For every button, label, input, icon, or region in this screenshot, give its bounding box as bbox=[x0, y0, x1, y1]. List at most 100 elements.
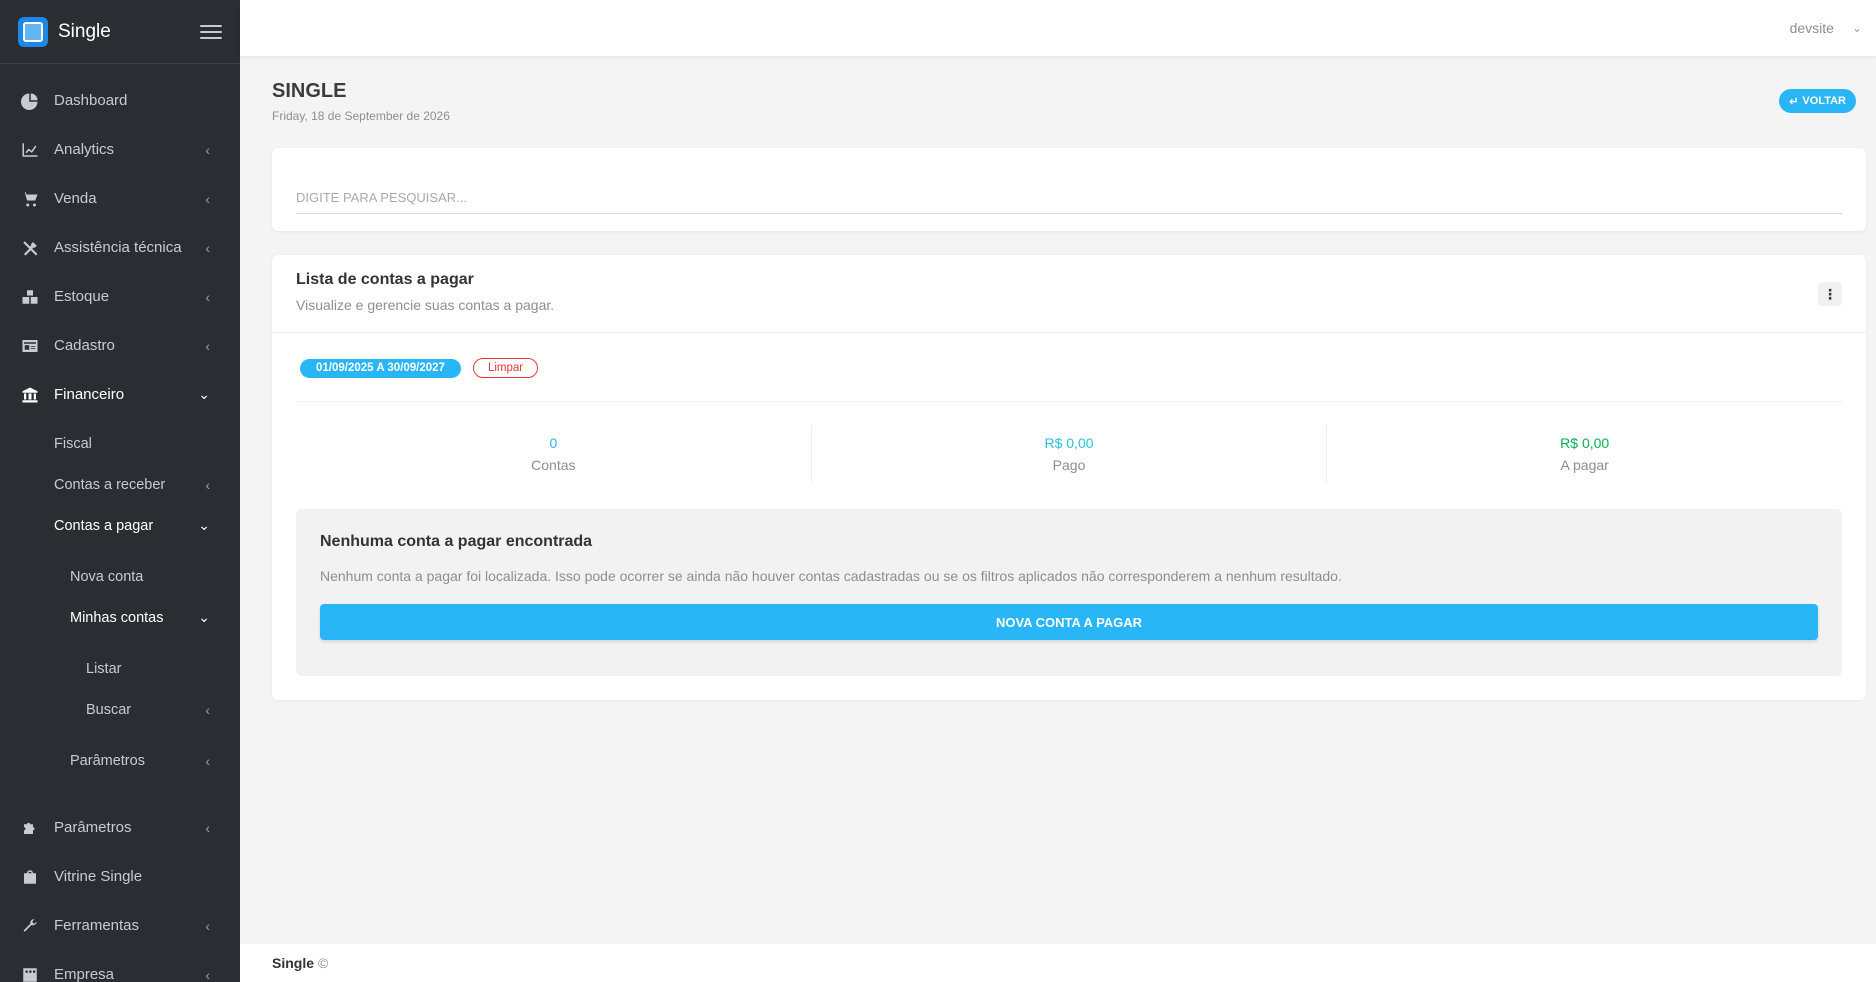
chevron-left-icon: ‹ bbox=[205, 966, 210, 982]
footer: Single © bbox=[240, 944, 1876, 982]
stat-label: A pagar bbox=[1560, 457, 1609, 473]
cart-icon bbox=[20, 189, 40, 209]
return-arrow-icon: ↵ bbox=[1789, 95, 1799, 108]
sidebar-item-label: Listar bbox=[86, 660, 122, 677]
date-range-chip[interactable]: 01/09/2025 A 30/09/2027 bbox=[300, 358, 461, 378]
stat-value: R$ 0,00 bbox=[1044, 435, 1094, 451]
user-menu[interactable]: devsite ⌄ bbox=[1790, 20, 1862, 36]
shopping-bag-icon bbox=[20, 867, 40, 887]
page-title: SINGLE bbox=[272, 80, 347, 102]
sidebar-item-label: Dashboard bbox=[54, 92, 128, 109]
sidebar-item-estoque[interactable]: Estoque ‹ bbox=[0, 272, 240, 321]
sidebar-item-listar[interactable]: Listar bbox=[0, 648, 240, 689]
sidebar-item-ferramentas[interactable]: Ferramentas ‹ bbox=[0, 901, 240, 950]
line-chart-icon bbox=[20, 140, 40, 160]
sidebar-item-label: Assistência técnica bbox=[54, 239, 182, 256]
footer-copyright: © bbox=[318, 955, 329, 971]
empty-state: Nenhuma conta a pagar encontrada Nenhum … bbox=[296, 509, 1842, 676]
bank-icon bbox=[20, 385, 40, 405]
chevron-left-icon: ‹ bbox=[205, 288, 210, 305]
chevron-left-icon: ‹ bbox=[205, 190, 210, 207]
tools-icon bbox=[20, 238, 40, 258]
chevron-down-icon: ⌄ bbox=[198, 609, 210, 625]
sidebar-item-analytics[interactable]: Analytics ‹ bbox=[0, 125, 240, 174]
user-name: devsite bbox=[1789, 20, 1834, 36]
sidebar-item-buscar[interactable]: Buscar ‹ bbox=[0, 689, 240, 730]
stat-pago: R$ 0,00 Pago bbox=[812, 425, 1328, 483]
sidebar-item-label: Estoque bbox=[54, 288, 110, 305]
page-date: Friday, 18 de September de 2026 bbox=[272, 109, 450, 123]
filter-chips: 01/09/2025 A 30/09/2027 Limpar bbox=[300, 358, 539, 378]
page-header: SINGLE Friday, 18 de September de 2026 ↵… bbox=[272, 56, 1866, 148]
list-title: Lista de contas a pagar bbox=[296, 271, 474, 288]
sidebar-item-label: Venda bbox=[54, 190, 97, 207]
sidebar-item-label: Contas a pagar bbox=[54, 517, 154, 534]
sidebar-item-assistencia[interactable]: Assistência técnica ‹ bbox=[0, 223, 240, 272]
sidebar-item-dashboard[interactable]: Dashboard bbox=[0, 76, 240, 125]
sidebar-item-label: Buscar bbox=[86, 701, 132, 718]
sidebar-item-fiscal[interactable]: Fiscal bbox=[0, 423, 240, 464]
sidebar-item-label: Ferramentas bbox=[54, 917, 140, 934]
sidebar-item-label: Minhas contas bbox=[70, 609, 164, 626]
sidebar-item-contas-receber[interactable]: Contas a receber ‹ bbox=[0, 464, 240, 505]
sidebar-item-label: Fiscal bbox=[54, 435, 92, 452]
chevron-left-icon: ‹ bbox=[205, 917, 210, 934]
sidebar: Single Dashboard Analytics ‹ Venda ‹ Ass… bbox=[0, 0, 240, 982]
stat-contas: 0 Contas bbox=[296, 425, 812, 483]
sidebar-item-label: Vitrine Single bbox=[54, 868, 143, 885]
chevron-left-icon: ‹ bbox=[205, 476, 210, 493]
chevron-left-icon: ‹ bbox=[205, 337, 210, 354]
chevron-left-icon: ‹ bbox=[205, 239, 210, 256]
stat-label: Contas bbox=[531, 457, 576, 473]
stat-value: 0 bbox=[549, 435, 558, 451]
building-icon bbox=[20, 965, 40, 982]
stat-a-pagar: R$ 0,00 A pagar bbox=[1327, 425, 1842, 483]
sidebar-item-financeiro[interactable]: Financeiro ⌄ bbox=[0, 370, 240, 419]
topbar: devsite ⌄ bbox=[240, 0, 1876, 56]
sidebar-item-label: Nova conta bbox=[70, 568, 144, 585]
more-options-icon[interactable]: ⋮ bbox=[1818, 282, 1842, 306]
sidebar-item-contas-pagar[interactable]: Contas a pagar ⌄ bbox=[0, 505, 240, 546]
chevron-left-icon: ‹ bbox=[205, 752, 210, 769]
back-button[interactable]: ↵ VOLTAR bbox=[1779, 89, 1856, 113]
pie-chart-icon bbox=[20, 91, 40, 111]
chevron-left-icon: ‹ bbox=[205, 141, 210, 158]
sidebar-nav: Dashboard Analytics ‹ Venda ‹ Assistênci… bbox=[0, 64, 240, 982]
list-subtitle: Visualize e gerencie suas contas a pagar… bbox=[296, 297, 555, 313]
list-header: Lista de contas a pagar Visualize e gere… bbox=[272, 255, 1866, 333]
sidebar-item-parametros[interactable]: Parâmetros ‹ bbox=[0, 803, 240, 852]
chip-logo-icon bbox=[18, 16, 48, 47]
search-card bbox=[272, 148, 1866, 231]
footer-brand: Single bbox=[272, 955, 315, 971]
stat-value: R$ 0,00 bbox=[1560, 435, 1610, 451]
brand-name: Single bbox=[58, 20, 111, 42]
back-button-label: VOLTAR bbox=[1802, 95, 1846, 107]
new-payable-button[interactable]: NOVA CONTA A PAGAR bbox=[320, 604, 1818, 640]
sidebar-item-nova-conta[interactable]: Nova conta bbox=[0, 556, 240, 597]
sidebar-item-label: Parâmetros bbox=[70, 752, 145, 769]
search-input[interactable] bbox=[296, 182, 1842, 214]
id-card-icon bbox=[20, 336, 40, 356]
menu-toggle-icon[interactable] bbox=[200, 24, 222, 39]
brand: Single bbox=[0, 0, 240, 64]
sidebar-item-cadastro[interactable]: Cadastro ‹ bbox=[0, 321, 240, 370]
boxes-icon bbox=[20, 287, 40, 307]
empty-state-title: Nenhuma conta a pagar encontrada bbox=[320, 533, 593, 550]
sidebar-item-label: Contas a receber bbox=[54, 476, 166, 493]
sidebar-item-venda[interactable]: Venda ‹ bbox=[0, 174, 240, 223]
chevron-down-icon: ⌄ bbox=[1851, 21, 1862, 35]
sidebar-item-vitrine[interactable]: Vitrine Single bbox=[0, 852, 240, 901]
sidebar-item-label: Analytics bbox=[54, 141, 115, 158]
chevron-left-icon: ‹ bbox=[205, 701, 210, 718]
sidebar-item-empresa[interactable]: Empresa ‹ bbox=[0, 950, 240, 982]
sidebar-item-minhas-contas[interactable]: Minhas contas ⌄ bbox=[0, 597, 240, 638]
sidebar-item-label: Financeiro bbox=[54, 386, 125, 403]
clear-filter-button[interactable]: Limpar bbox=[472, 358, 539, 378]
payables-list-card: Lista de contas a pagar Visualize e gere… bbox=[272, 255, 1866, 700]
chevron-down-icon: ⌄ bbox=[198, 386, 210, 402]
puzzle-icon bbox=[20, 818, 40, 838]
sidebar-item-parametros-financeiro[interactable]: Parâmetros ‹ bbox=[0, 740, 240, 781]
stats-row: 0 Contas R$ 0,00 Pago R$ 0,00 A pagar bbox=[296, 425, 1842, 483]
divider bbox=[296, 401, 1842, 402]
sidebar-item-label: Cadastro bbox=[54, 337, 115, 354]
